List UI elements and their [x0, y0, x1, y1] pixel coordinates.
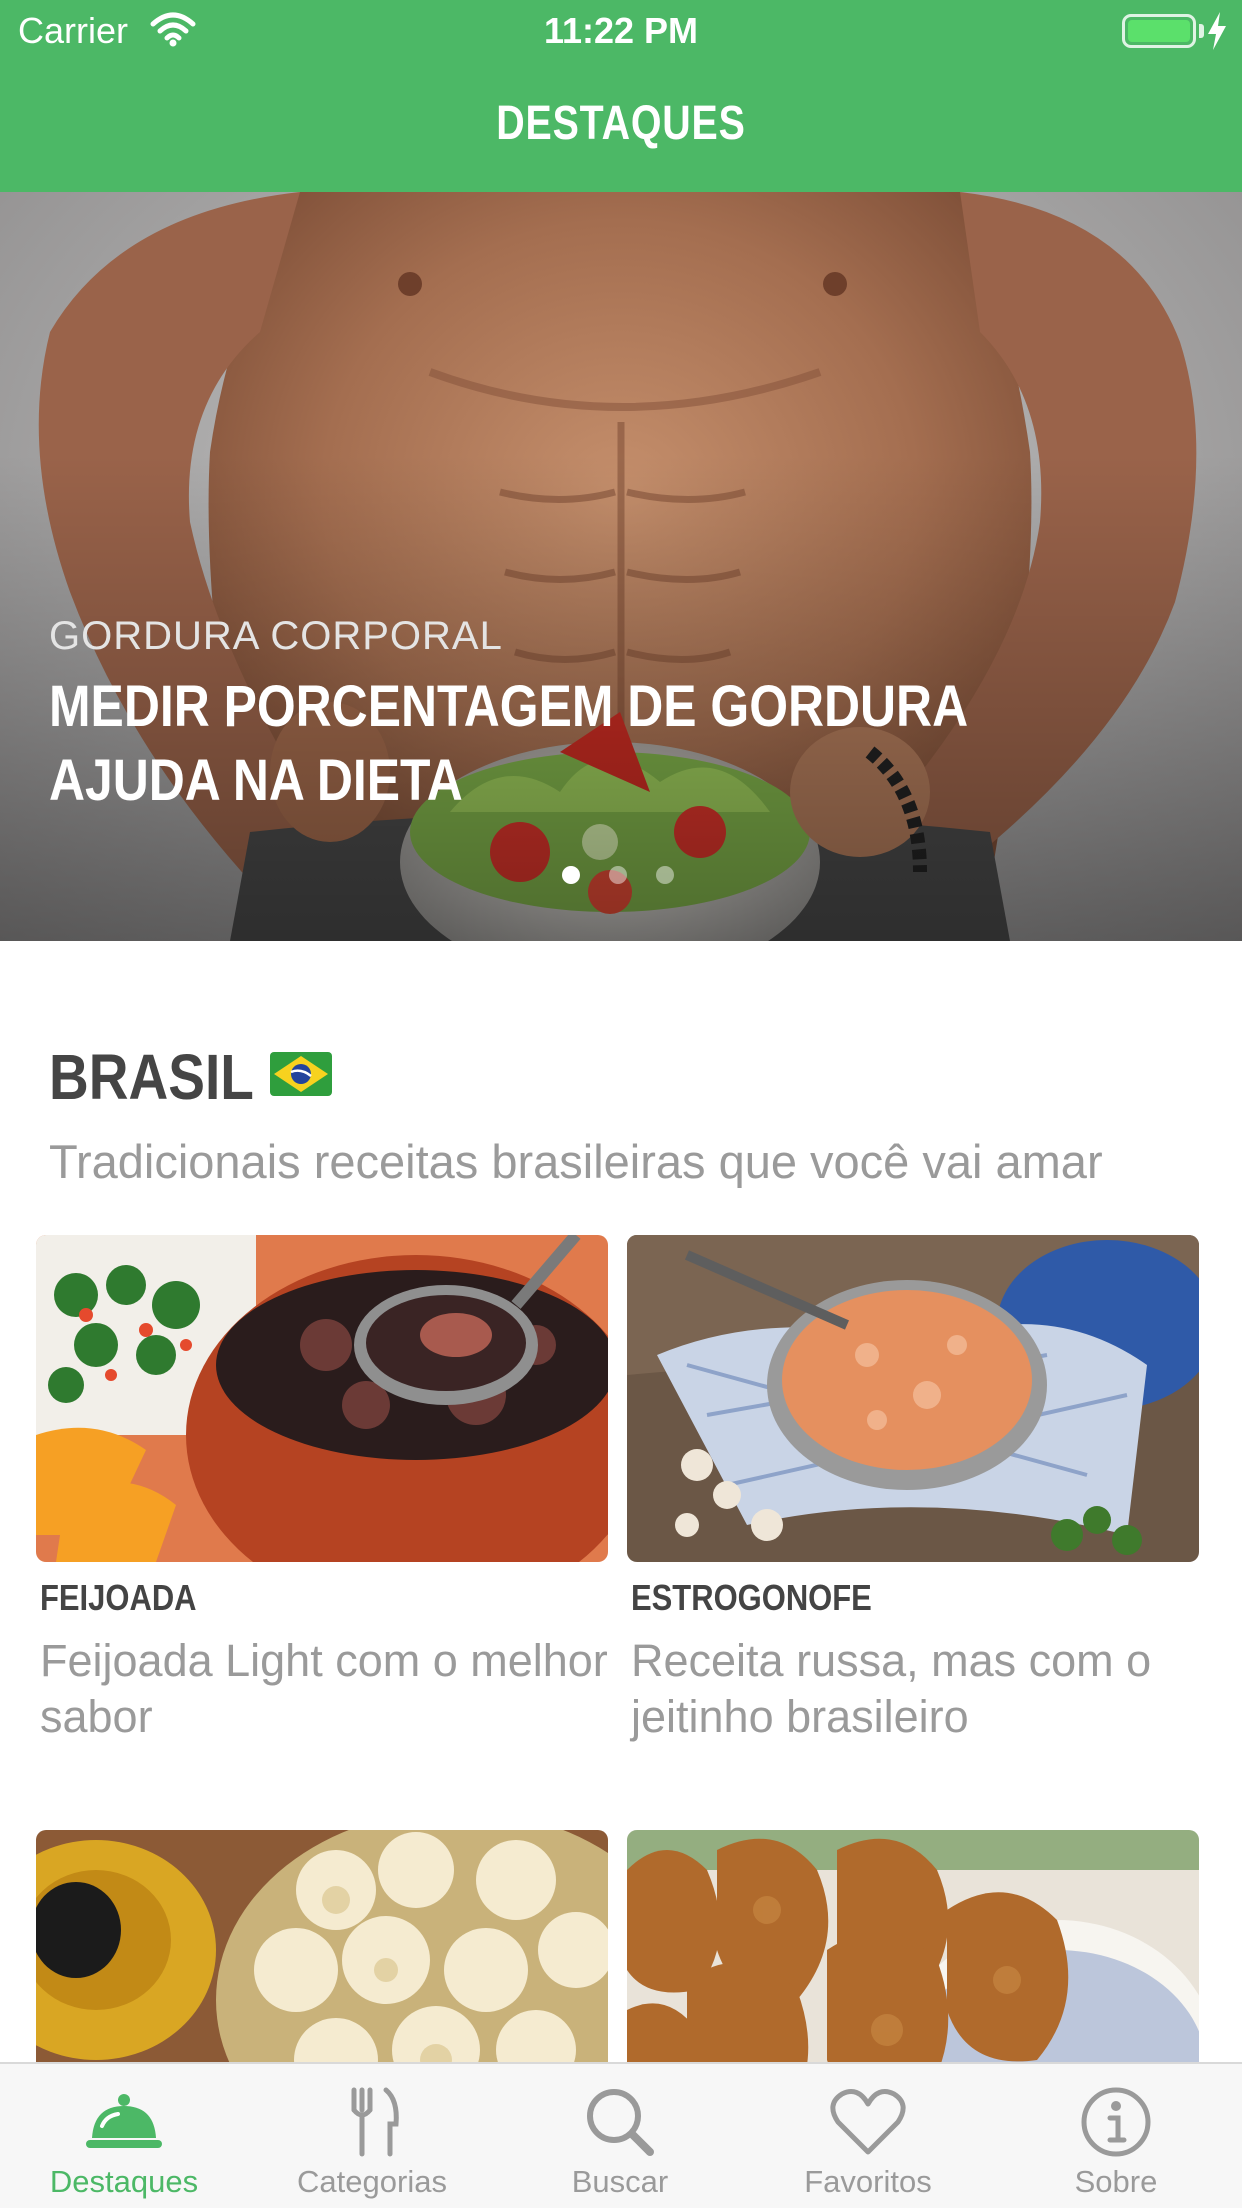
tab-label: Categorias	[297, 2164, 447, 2199]
carousel-dot[interactable]	[562, 866, 580, 884]
fork-knife-icon	[351, 2087, 399, 2157]
section-title: BRASIL	[49, 1041, 254, 1113]
tab-label: Sobre	[1074, 2164, 1158, 2199]
info-icon	[1081, 2087, 1151, 2157]
featured-carousel[interactable]: GORDURA CORPORAL MEDIR PORCENTAGEM DE GO…	[0, 192, 1242, 941]
tab-destaques[interactable]: Destaques	[0, 2064, 248, 2208]
tab-label: Buscar	[571, 2164, 669, 2199]
status-bar: Carrier 11:22 PM	[0, 0, 1242, 60]
navigation-bar: Carrier 11:22 PM DESTAQUES	[0, 0, 1242, 192]
charging-bolt-icon	[1208, 12, 1226, 50]
battery-cap	[1199, 24, 1204, 38]
search-icon	[587, 2089, 654, 2156]
page-title: DESTAQUES	[496, 97, 746, 150]
recipe-image	[36, 1235, 608, 1562]
cloche-icon	[86, 2094, 162, 2148]
recipe-image	[627, 1235, 1199, 1562]
hero-headline[interactable]: MEDIR PORCENTAGEM DE GORDURA AJUDA NA DI…	[49, 670, 1047, 818]
heart-icon	[830, 2089, 906, 2155]
tab-bar: Destaques Categorias Buscar Favoritos So…	[0, 2062, 1242, 2208]
clock: 11:22 PM	[543, 10, 699, 51]
recipe-card[interactable]: ESTROGONOFE Receita russa, mas com o jei…	[627, 1235, 1199, 1742]
recipe-card[interactable]: FEIJOADA Feijoada Light com o melhor sab…	[36, 1235, 608, 1742]
hero-gradient-overlay	[0, 192, 1242, 941]
section-subtitle: Tradicionais receitas brasileiras que vo…	[49, 1135, 1103, 1188]
tab-label: Favoritos	[804, 2164, 932, 2199]
recipe-description: Receita russa, mas com o jeitinho brasil…	[631, 1635, 1152, 1742]
tab-categorias[interactable]: Categorias	[248, 2064, 496, 2208]
carousel-dot[interactable]	[609, 866, 627, 884]
carousel-dot[interactable]	[656, 866, 674, 884]
tab-label: Destaques	[49, 2164, 199, 2199]
tab-buscar[interactable]: Buscar	[496, 2064, 744, 2208]
tab-sobre[interactable]: Sobre	[992, 2064, 1240, 2208]
brazil-flag-icon	[270, 1052, 332, 1096]
hero-category: GORDURA CORPORAL	[49, 614, 503, 658]
recipe-name: ESTROGONOFE	[631, 1577, 872, 1618]
carousel-page-indicator[interactable]	[562, 866, 703, 886]
tab-favoritos[interactable]: Favoritos	[744, 2064, 992, 2208]
recipe-name: FEIJOADA	[40, 1577, 197, 1618]
battery-icon	[1122, 14, 1196, 48]
recipe-description: Feijoada Light com o melhor sabor	[40, 1635, 608, 1742]
